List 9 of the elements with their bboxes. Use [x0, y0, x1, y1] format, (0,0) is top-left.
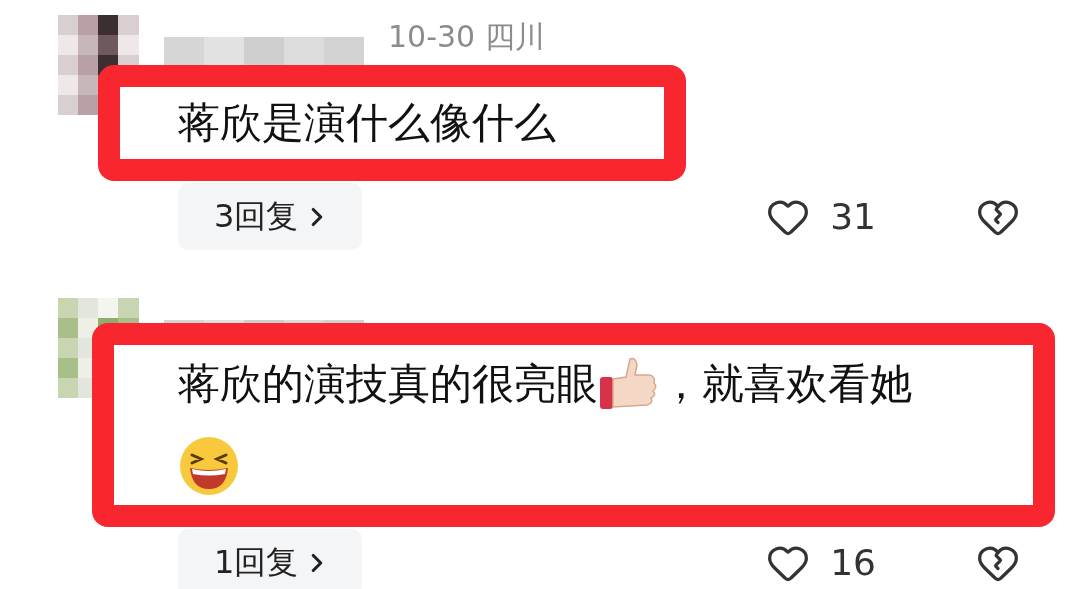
- like-button[interactable]: 31: [766, 194, 876, 239]
- comment-text: ，就喜欢看她: [660, 358, 912, 410]
- comment-text: 蒋欣的演技真的很亮眼: [178, 358, 598, 410]
- like-button[interactable]: 16: [766, 540, 876, 585]
- comment-text: 蒋欣是演什么像什么: [178, 97, 556, 149]
- replies-button[interactable]: 1回复: [178, 529, 363, 589]
- replies-button[interactable]: 3回复: [178, 183, 363, 250]
- laughing-face-icon: [178, 435, 240, 497]
- comment-date: 10-30 四川: [388, 18, 545, 56]
